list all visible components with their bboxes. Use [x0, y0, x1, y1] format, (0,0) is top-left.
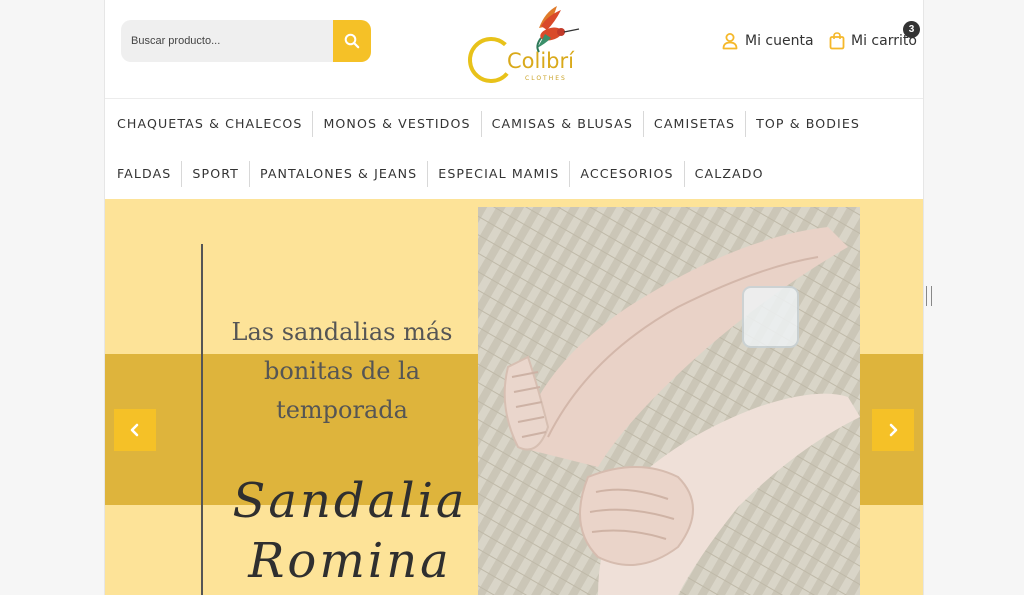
nav-item-camisetas[interactable]: CAMISETAS	[642, 111, 745, 137]
hero-product-name: Sandalia Romina	[205, 471, 495, 591]
headline-line-1: Las sandalias más	[231, 318, 453, 346]
site-header: Colibrí CLOTHES Mi cuenta	[105, 0, 923, 99]
my-account-label: Mi cuenta	[745, 33, 814, 49]
nav-item-monos[interactable]: MONOS & VESTIDOS	[312, 111, 480, 137]
shopping-bag-icon	[829, 32, 845, 50]
nav-item-faldas[interactable]: FALDAS	[107, 161, 181, 187]
nav-item-top-bodies[interactable]: TOP & BODIES	[745, 111, 870, 137]
my-account-link[interactable]: Mi cuenta	[721, 32, 814, 50]
nav-item-sport[interactable]: SPORT	[181, 161, 249, 187]
user-icon	[722, 33, 738, 50]
search-icon	[344, 33, 360, 49]
nav-row-1: CHAQUETAS & CHALECOS MONOS & VESTIDOS CA…	[105, 99, 923, 149]
nav-item-especial-mamis[interactable]: ESPECIAL MAMIS	[427, 161, 569, 187]
product-name-line-1: Sandalia	[232, 473, 468, 529]
search-button[interactable]	[333, 20, 371, 62]
nav-row-2: FALDAS SPORT PANTALONES & JEANS ESPECIAL…	[105, 149, 923, 199]
cart-link[interactable]: Mi carrito	[829, 32, 917, 50]
hero-divider-line	[201, 244, 203, 595]
search-form	[121, 20, 371, 62]
headline-line-2: bonitas de la	[263, 357, 421, 385]
nav-item-accesorios[interactable]: ACCESORIOS	[569, 161, 683, 187]
site-logo[interactable]: Colibrí CLOTHES	[461, 2, 585, 84]
logo-tagline: CLOTHES	[525, 75, 567, 82]
cart-count-badge: 3	[903, 21, 920, 38]
hummingbird-logo: Colibrí CLOTHES	[468, 6, 580, 83]
search-input[interactable]	[121, 20, 333, 62]
sandal-photo	[478, 207, 860, 595]
logo-brand: Colibrí	[507, 49, 575, 73]
resize-handle[interactable]	[926, 286, 932, 306]
product-name-line-2: Romina	[248, 533, 452, 589]
nav-item-calzado[interactable]: CALZADO	[683, 161, 774, 187]
slider-next-button[interactable]	[872, 409, 914, 451]
page-container: Colibrí CLOTHES Mi cuenta	[104, 0, 924, 595]
chevron-left-icon	[130, 423, 139, 437]
nav-item-camisas[interactable]: CAMISAS & BLUSAS	[480, 111, 643, 137]
main-navigation: CHAQUETAS & CHALECOS MONOS & VESTIDOS CA…	[105, 99, 923, 199]
nav-item-pantalones[interactable]: PANTALONES & JEANS	[248, 161, 427, 187]
nav-item-chaquetas[interactable]: CHAQUETAS & CHALECOS	[107, 111, 312, 137]
hero-slider: Las sandalias más bonitas de la temporad…	[105, 199, 923, 595]
headline-line-3: temporada	[276, 396, 408, 424]
hero-headline: Las sandalias más bonitas de la temporad…	[217, 313, 467, 430]
chevron-right-icon	[889, 423, 898, 437]
slider-prev-button[interactable]	[114, 409, 156, 451]
